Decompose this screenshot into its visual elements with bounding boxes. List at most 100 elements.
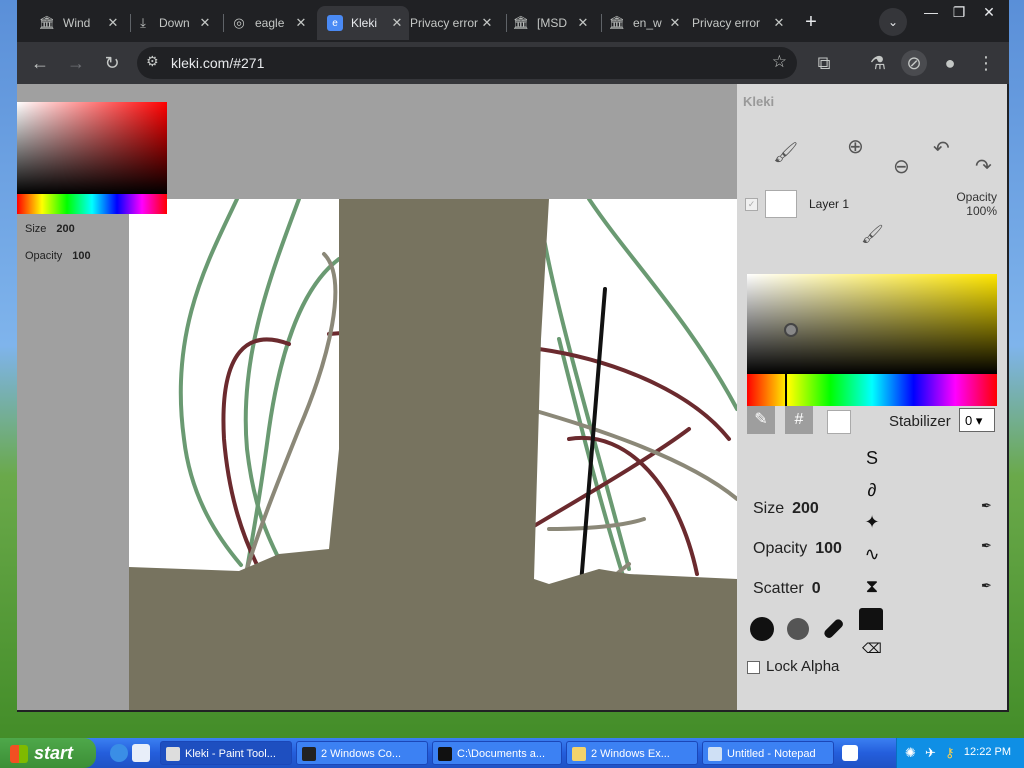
taskbar-item-cmd[interactable]: 2 Windows Co...	[296, 741, 428, 765]
key-icon[interactable]: ⚷	[945, 745, 955, 761]
tab-wind[interactable]: 🏛 Wind ✕	[29, 6, 129, 40]
avatar-icon: ●	[944, 53, 956, 73]
network-icon[interactable]: ✺	[905, 745, 916, 761]
bookmark-star-icon[interactable]: ☆	[772, 52, 787, 72]
curve-brush-icon[interactable]: ∿	[859, 544, 885, 570]
address-bar[interactable]: ⚙ kleki.com/#271 ☆	[137, 47, 797, 79]
drawing-canvas[interactable]	[129, 199, 737, 710]
taskbar-item-7zip[interactable]: C:\Documents a...	[432, 741, 562, 765]
tab-down[interactable]: ⤓ Down ✕	[125, 6, 221, 40]
close-icon[interactable]: ✕	[389, 15, 405, 31]
minimize-button[interactable]: —	[917, 2, 945, 22]
browser-window: 🏛 Wind ✕ ⤓ Down ✕ ◎ eagle ✕ e Kleki ✕ Pr…	[17, 0, 1009, 712]
close-icon[interactable]: ✕	[105, 15, 121, 31]
tab-kleki[interactable]: e Kleki ✕	[317, 6, 409, 40]
add-layer-icon[interactable]: ⊕	[847, 134, 864, 159]
reload-button[interactable]: ↻	[99, 50, 125, 76]
opacity-value: 100	[72, 250, 91, 262]
tab-en-w[interactable]: 🏛 en_w ✕	[599, 6, 691, 40]
hex-input-button[interactable]: #	[785, 406, 813, 434]
size-label: Size	[25, 223, 47, 235]
tab-msd[interactable]: 🏛 [MSD ✕	[503, 6, 599, 40]
eraser-icon[interactable]: ⌫	[859, 640, 885, 666]
sketchy-brush-icon[interactable]: ✦	[859, 512, 885, 538]
zoom-out-icon[interactable]: ⊖	[893, 154, 910, 179]
taskbar-item-label: Kleki - Paint Tool...	[185, 748, 276, 760]
color-cursor[interactable]	[784, 323, 798, 337]
stabilizer-select[interactable]: 0 ▾	[959, 408, 995, 432]
taskbar-item-explorer[interactable]: 2 Windows Ex...	[566, 741, 698, 765]
extensions-button[interactable]: ⧉	[811, 50, 837, 76]
layer-row[interactable]: ✓ Layer 1 Opacity 100%	[737, 188, 1007, 218]
close-icon[interactable]: ✕	[575, 15, 591, 31]
chisel-brush-icon[interactable]	[821, 616, 847, 642]
hue-marker[interactable]	[785, 374, 787, 406]
screen-capture-button[interactable]: ⊘	[901, 50, 927, 76]
ie-quicklaunch-icon[interactable]	[110, 744, 128, 762]
pressure-toggle-icon[interactable]: ✒	[981, 498, 992, 514]
tab-privacy-error-2[interactable]: Privacy error ✕	[689, 6, 795, 40]
tab-search-button[interactable]: ⌄	[879, 8, 907, 36]
brush-size-row[interactable]: Size 200	[753, 500, 819, 518]
taskbar-item-notepad[interactable]: Untitled - Notepad	[702, 741, 834, 765]
tab-privacy-error[interactable]: Privacy error ✕	[407, 6, 503, 40]
round-brush-icon[interactable]	[749, 616, 775, 642]
color-saturation-picker[interactable]	[747, 274, 997, 374]
close-icon[interactable]: ✕	[293, 15, 309, 31]
brush-opacity-row[interactable]: Opacity 100	[753, 540, 842, 558]
brush-scatter-row[interactable]: Scatter 0	[753, 580, 821, 598]
taskbar-item-kleki[interactable]: Kleki - Paint Tool...	[160, 741, 292, 765]
stroke-type-icon[interactable]: S	[859, 448, 885, 474]
stroke-gray	[245, 252, 338, 571]
museum-icon: 🏛	[512, 15, 530, 30]
tab-label: Wind	[63, 16, 91, 30]
tab-eagle[interactable]: ◎ eagle ✕	[221, 6, 317, 40]
start-label: start	[34, 743, 74, 763]
redo-icon[interactable]: ↷	[975, 154, 992, 179]
layer-opacity-value: 100%	[966, 204, 997, 218]
eyedropper-button[interactable]: ✎	[747, 406, 775, 434]
canvas-area[interactable]: Size 200 Opacity 100	[17, 84, 737, 710]
hue-slider[interactable]	[17, 194, 167, 214]
close-icon[interactable]: ✕	[667, 15, 683, 31]
back-button[interactable]: ←	[27, 50, 53, 76]
site-info-icon[interactable]: ⚙	[146, 53, 159, 70]
maximize-button[interactable]: ❐	[945, 2, 973, 22]
close-window-button[interactable]: ✕	[975, 2, 1003, 22]
lock-alpha-checkbox[interactable]	[747, 660, 760, 674]
pressure-toggle-icon[interactable]: ✒	[981, 578, 992, 594]
fill-brush-icon[interactable]	[857, 604, 883, 630]
layer-opacity: Opacity 100%	[956, 190, 997, 218]
help-icon[interactable]	[842, 745, 858, 761]
kleki-right-panel: Kleki 🖌 ⊕ ⊖ ↶ ↷ ✓ Layer 1 Opacity 100% 🖌 …	[737, 84, 1007, 710]
desktop-quicklaunch-icon[interactable]	[132, 744, 150, 762]
close-icon[interactable]: ✕	[479, 15, 495, 31]
close-icon[interactable]: ✕	[197, 15, 213, 31]
clock: 12:22 PM	[963, 746, 1011, 758]
new-tab-button[interactable]: +	[799, 10, 823, 34]
blend-brush-icon[interactable]: ∂	[859, 480, 885, 506]
saturation-value-picker[interactable]	[17, 102, 167, 194]
size-value: 200	[56, 223, 75, 235]
browser-toolbar: ← → ↻ ⚙ kleki.com/#271 ☆ ⧉ ⚗ ⊘ ● ⋮	[17, 42, 1009, 84]
tab-label: eagle	[255, 16, 285, 30]
shape-brush-icon[interactable]: ⧗	[859, 576, 885, 602]
undo-icon[interactable]: ↶	[933, 136, 950, 161]
labs-button[interactable]: ⚗	[865, 50, 891, 76]
stabilizer-value: 0	[965, 413, 973, 428]
layer-visibility-checkbox[interactable]: ✓	[745, 198, 758, 211]
menu-button[interactable]: ⋮	[973, 50, 999, 76]
volume-icon[interactable]: ✈	[925, 745, 936, 761]
forward-button[interactable]: →	[63, 50, 89, 76]
lock-alpha-toggle[interactable]: Lock Alpha	[747, 658, 839, 675]
pressure-toggle-icon[interactable]: ✒	[981, 538, 992, 554]
tab-label: Privacy error	[410, 16, 479, 30]
hue-bar[interactable]	[747, 374, 997, 406]
opacity-label: Opacity	[25, 250, 63, 262]
secondary-color-swatch[interactable]	[827, 410, 851, 434]
start-button[interactable]: start	[0, 738, 96, 768]
brush-tool-icon[interactable]: 🖌	[773, 140, 798, 165]
soft-brush-icon[interactable]	[785, 616, 811, 642]
profile-button[interactable]: ●	[937, 50, 963, 76]
close-icon[interactable]: ✕	[771, 15, 787, 31]
